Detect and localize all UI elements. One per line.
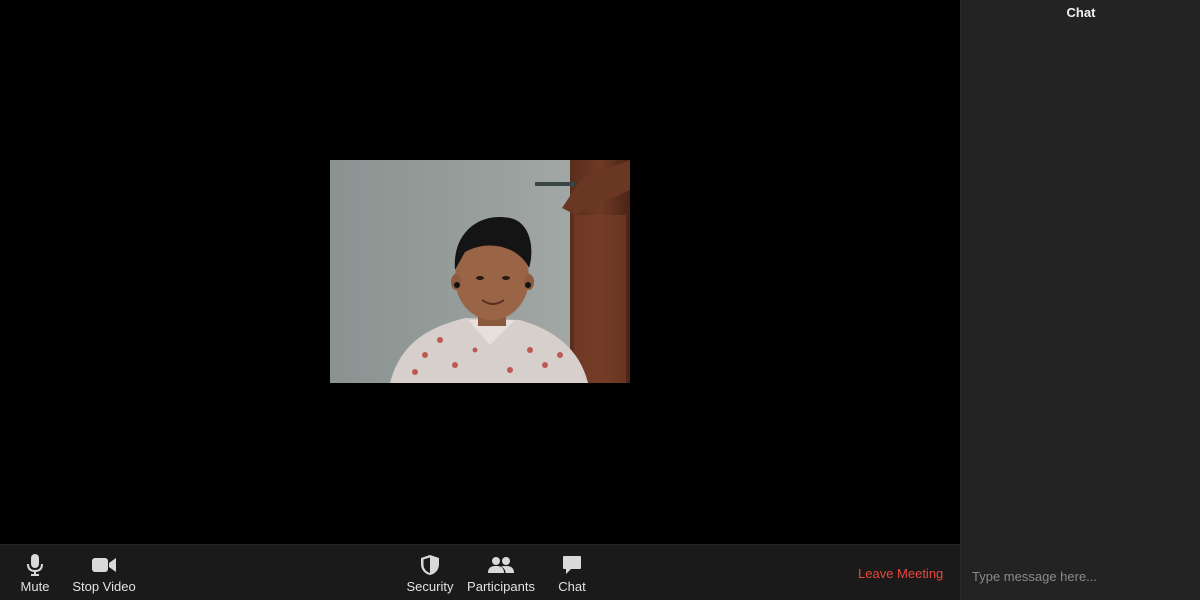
participant-video-tile[interactable] bbox=[330, 160, 630, 383]
mute-button[interactable]: Mute bbox=[14, 545, 56, 600]
security-button[interactable]: Security bbox=[406, 545, 454, 600]
chat-message-input[interactable] bbox=[961, 552, 1200, 600]
chat-panel-title: Chat bbox=[1066, 5, 1096, 20]
chat-label: Chat bbox=[558, 579, 586, 594]
camera-video-feed bbox=[330, 160, 630, 383]
stop-video-button[interactable]: Stop Video bbox=[72, 545, 136, 600]
leave-meeting-button[interactable]: Leave Meeting bbox=[858, 566, 943, 581]
people-icon bbox=[488, 553, 514, 577]
stop-video-label: Stop Video bbox=[72, 579, 136, 594]
chat-panel: Chat bbox=[960, 0, 1200, 600]
mute-label: Mute bbox=[20, 579, 50, 594]
meeting-toolbar: Mute Stop Video Security Participants Ch… bbox=[0, 544, 960, 600]
participants-label: Participants bbox=[467, 579, 535, 594]
shield-icon bbox=[420, 553, 440, 577]
chat-bubble-icon bbox=[562, 553, 582, 577]
chat-button[interactable]: Chat bbox=[554, 545, 590, 600]
video-camera-icon bbox=[92, 553, 116, 577]
video-stage bbox=[0, 0, 960, 544]
security-label: Security bbox=[406, 579, 454, 594]
microphone-icon bbox=[27, 553, 43, 577]
participants-button[interactable]: Participants bbox=[467, 545, 535, 600]
